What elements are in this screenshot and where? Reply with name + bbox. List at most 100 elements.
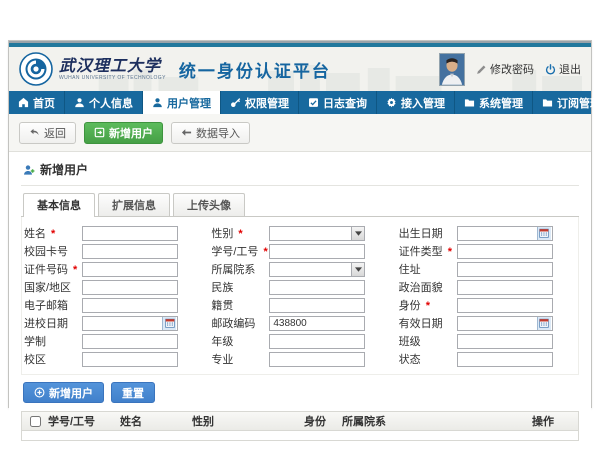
- form-field: 进校日期: [24, 315, 201, 331]
- tab-2[interactable]: 扩展信息: [98, 193, 170, 216]
- field-label: 出生日期: [399, 225, 457, 241]
- home-icon: [18, 97, 29, 108]
- table-header-6: 操作: [528, 413, 578, 429]
- field-input[interactable]: [82, 226, 178, 241]
- required-asterisk: *: [445, 246, 452, 258]
- form-field: 专业: [211, 351, 388, 367]
- section-title: 新增用户: [21, 158, 579, 186]
- field-input[interactable]: [457, 280, 553, 295]
- form-field: 住址: [399, 261, 576, 277]
- field-input[interactable]: [269, 226, 365, 241]
- field-input[interactable]: [82, 262, 178, 277]
- field-input[interactable]: [269, 262, 365, 277]
- new-user-form: 姓名 *性别 *出生日期校园卡号学号/工号 *证件类型 *证件号码 *所属院系住…: [21, 217, 579, 375]
- toolbar-new-user-button[interactable]: 新增用户: [84, 122, 163, 144]
- field-value: 438800: [270, 317, 306, 330]
- nav-item-label: 日志查询: [323, 95, 367, 111]
- required-asterisk: *: [48, 228, 55, 240]
- data-import-button[interactable]: 数据导入: [171, 122, 250, 144]
- field-label: 有效日期: [399, 315, 457, 331]
- nav-item-7[interactable]: 系统管理: [455, 91, 533, 114]
- user-avatar[interactable]: [439, 53, 465, 86]
- dropdown-button[interactable]: [351, 227, 364, 240]
- nav-item-3[interactable]: 用户管理: [143, 91, 221, 114]
- field-input[interactable]: [457, 244, 553, 259]
- tab-label: 基本信息: [37, 200, 81, 212]
- gear-icon: [386, 97, 397, 108]
- field-input[interactable]: [269, 352, 365, 367]
- nav-item-2[interactable]: 个人信息: [65, 91, 143, 114]
- select-all-cell: [22, 416, 44, 427]
- form-field: 姓名 *: [24, 225, 201, 241]
- form-field: 出生日期: [399, 225, 576, 241]
- field-label: 国家/地区: [24, 279, 82, 295]
- field-input[interactable]: [82, 334, 178, 349]
- log-icon: [308, 97, 319, 108]
- field-label: 邮政编码: [211, 315, 269, 331]
- tab-label: 上传头像: [187, 200, 231, 212]
- calendar-icon[interactable]: [537, 317, 551, 330]
- field-label: 电子邮箱: [24, 297, 82, 313]
- field-input[interactable]: 438800: [269, 316, 365, 331]
- nav-item-8[interactable]: 订阅管理: [533, 91, 600, 114]
- form-field: 校园卡号: [24, 243, 201, 259]
- field-input[interactable]: [457, 352, 553, 367]
- field-label: 学制: [24, 333, 82, 349]
- back-button[interactable]: 返回: [19, 122, 76, 144]
- change-password-link[interactable]: 修改密码: [476, 61, 534, 77]
- dropdown-button[interactable]: [351, 263, 364, 276]
- field-input[interactable]: [457, 226, 553, 241]
- calendar-icon[interactable]: [537, 227, 551, 240]
- nav-item-1[interactable]: 首页: [9, 91, 65, 114]
- field-label: 校区: [24, 351, 82, 367]
- nav-item-5[interactable]: 日志查询: [299, 91, 377, 114]
- field-input[interactable]: [269, 334, 365, 349]
- calendar-icon[interactable]: [162, 317, 176, 330]
- field-input[interactable]: [82, 244, 178, 259]
- nav-item-6[interactable]: 接入管理: [377, 91, 455, 114]
- form-field: 班级: [399, 333, 576, 349]
- submit-new-user-button[interactable]: 新增用户: [23, 382, 104, 403]
- field-label: 所属院系: [211, 261, 269, 277]
- nav-item-label: 系统管理: [479, 95, 523, 111]
- reset-button-label: 重置: [122, 385, 144, 401]
- field-input[interactable]: [82, 316, 178, 331]
- field-label: 民族: [211, 279, 269, 295]
- user-table-header: 学号/工号姓名性别身份所属院系操作: [22, 412, 578, 431]
- field-input[interactable]: [457, 316, 553, 331]
- form-field: 证件号码 *: [24, 261, 201, 277]
- field-label: 班级: [399, 333, 457, 349]
- user-plus-icon: [23, 164, 35, 176]
- tab-1[interactable]: 基本信息: [23, 193, 95, 217]
- field-input[interactable]: [269, 298, 365, 313]
- required-asterisk: *: [260, 246, 267, 258]
- field-label: 校园卡号: [24, 243, 82, 259]
- user-icon: [74, 97, 85, 108]
- nav-item-label: 订阅管理: [557, 95, 600, 111]
- nav-item-4[interactable]: 权限管理: [221, 91, 299, 114]
- reset-button[interactable]: 重置: [111, 382, 155, 403]
- field-label: 进校日期: [24, 315, 82, 331]
- field-label: 性别 *: [211, 225, 269, 241]
- user-icon: [152, 97, 163, 108]
- field-input[interactable]: [457, 334, 553, 349]
- nav-item-label: 接入管理: [401, 95, 445, 111]
- field-input[interactable]: [82, 352, 178, 367]
- field-input[interactable]: [82, 280, 178, 295]
- form-actions: 新增用户 重置: [23, 382, 579, 403]
- required-asterisk: *: [70, 264, 77, 276]
- field-input[interactable]: [457, 298, 553, 313]
- logout-link[interactable]: 退出: [545, 61, 581, 77]
- field-input[interactable]: [269, 244, 365, 259]
- field-input[interactable]: [269, 280, 365, 295]
- form-field: 所属院系: [211, 261, 388, 277]
- app-window: 武汉理工大学 WUHAN UNIVERSITY OF TECHNOLOGY 统一…: [8, 40, 592, 408]
- select-all-checkbox[interactable]: [30, 416, 41, 427]
- power-icon: [545, 64, 556, 75]
- main-nav: 首页个人信息用户管理权限管理日志查询接入管理系统管理订阅管理: [9, 91, 591, 114]
- field-input[interactable]: [82, 298, 178, 313]
- field-input[interactable]: [457, 262, 553, 277]
- field-label: 身份 *: [399, 297, 457, 313]
- tab-3[interactable]: 上传头像: [173, 193, 245, 216]
- new-user-icon: [94, 127, 105, 138]
